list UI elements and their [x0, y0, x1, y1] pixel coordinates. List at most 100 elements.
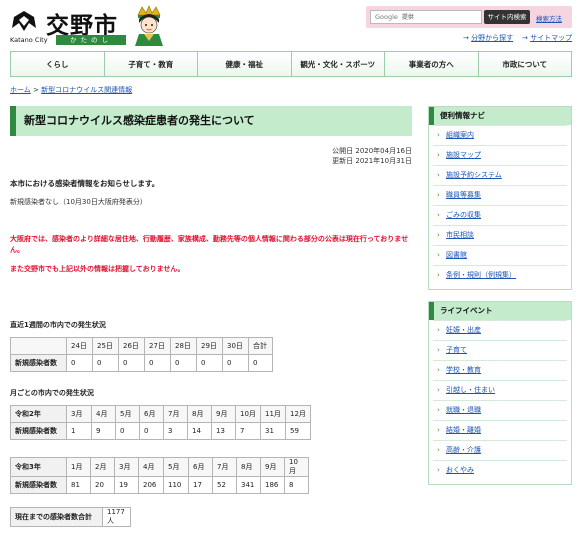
chevron-right-icon: ›	[437, 191, 440, 199]
table-cell: 0	[144, 354, 171, 372]
table-cell: 9	[91, 422, 116, 440]
site-search-button[interactable]: サイト内検索	[484, 10, 530, 24]
table-cell: 0	[139, 422, 164, 440]
latest-status-text: 新規感染者なし（10月30日大阪府発表分）	[10, 198, 147, 206]
table-cell: 31	[260, 422, 286, 440]
site-logo-en: Katano City	[10, 36, 48, 44]
table-cell: 0	[248, 354, 273, 372]
sidebar-item-marriage[interactable]: › 結婚・離婚	[433, 420, 567, 440]
nav-item-city-government[interactable]: 市政について	[477, 52, 571, 76]
row-label: 新規感染者数	[10, 354, 67, 372]
table-header-cell: 5月	[163, 457, 189, 477]
table-header-cell: 7月	[163, 405, 188, 423]
table-header-cell: 10月	[235, 405, 261, 423]
breadcrumb-separator: >	[33, 86, 39, 94]
search-brand: Google	[375, 13, 398, 21]
chevron-right-icon: ›	[437, 426, 440, 434]
table-row: 現在までの感染者数合計 1177人	[10, 507, 131, 527]
sidebar-item-organization[interactable]: › 組織案内	[433, 125, 567, 145]
table-header-cell: 26日	[118, 337, 145, 355]
chevron-right-icon: ›	[437, 211, 440, 219]
arrow-right-icon: →	[522, 34, 528, 42]
table-header-cell: 8月	[236, 457, 261, 477]
published-date: 公開日 2020年04月16日	[332, 147, 412, 155]
table-cell: 81	[66, 476, 91, 494]
table-header-cell: 11月	[260, 405, 286, 423]
nav-item-tourism-culture-sports[interactable]: 観光・文化・スポーツ	[290, 52, 384, 76]
sidebar-item-consultation[interactable]: › 市民相談	[433, 225, 567, 245]
table-cell: 0	[196, 354, 223, 372]
page-title: 新型コロナウイルス感染症患者の発生について	[10, 106, 412, 136]
table-cell: 206	[138, 476, 164, 494]
sidebar-item-facility-booking[interactable]: › 施設予約システム	[433, 165, 567, 185]
table-header-cell: 30日	[222, 337, 249, 355]
site-header: 交野市 Katano City かたのし Google 提供 サイト内検索 検索方…	[0, 0, 580, 50]
table-header-cell: 4月	[91, 405, 116, 423]
table-cell: 0	[115, 422, 140, 440]
table-header-cell: 1月	[66, 457, 91, 477]
sidebar-useful-info: 便利情報ナビ › 組織案内 › 施設マップ › 施設予約システム › 職員等募集 › ごみ…	[428, 106, 572, 290]
sidebar-item-ordinances[interactable]: › 条例・規則（例規集）	[433, 265, 567, 285]
table-cell: 19	[114, 476, 139, 494]
nav-item-living[interactable]: くらし	[11, 52, 104, 76]
breadcrumb-home[interactable]: ホーム	[10, 86, 31, 94]
search-help-link[interactable]: 検索方法	[536, 13, 562, 23]
table-cell: 3	[163, 422, 188, 440]
sidebar-item-moving[interactable]: › 引越し・住まい	[433, 380, 567, 400]
monthly-section-title: 月ごとの市内での発生状況	[10, 389, 94, 397]
chevron-right-icon: ›	[437, 326, 440, 334]
table-header-cell: 24日	[66, 337, 93, 355]
table-header-cell: 5月	[115, 405, 140, 423]
table-cell: 0	[118, 354, 145, 372]
search-placeholder: 提供	[401, 14, 414, 21]
search-input[interactable]: Google 提供	[370, 10, 482, 24]
total-value: 1177人	[102, 507, 131, 527]
chevron-right-icon: ›	[437, 151, 440, 159]
table-header-cell: 28日	[170, 337, 197, 355]
nav-item-health-welfare[interactable]: 健康・福祉	[197, 52, 291, 76]
table-header-cell: 12月	[285, 405, 311, 423]
sidebar-item-garbage[interactable]: › ごみの収集	[433, 205, 567, 225]
table-header-cell: 合計	[248, 337, 273, 355]
chevron-right-icon: ›	[437, 131, 440, 139]
sidebar-item-facility-map[interactable]: › 施設マップ	[433, 145, 567, 165]
table-cell: 186	[260, 476, 285, 494]
sidebar-item-childcare[interactable]: › 子育て	[433, 340, 567, 360]
chevron-right-icon: ›	[437, 231, 440, 239]
table-header-cell: 3月	[114, 457, 139, 477]
row-label: 新規感染者数	[10, 476, 67, 494]
breadcrumb-current[interactable]: 新型コロナウイルス関連情報	[41, 86, 132, 94]
table-row: 新規感染者数 81 20 19 206 110 17 52 341 186 8	[10, 476, 309, 494]
table-header-cell: 6月	[139, 405, 164, 423]
weekly-table: 24日 25日 26日 27日 28日 29日 30日 合計 新規感染者数 0 …	[10, 337, 273, 372]
chevron-right-icon: ›	[437, 446, 440, 454]
sidebar-item-library[interactable]: › 図書館	[433, 245, 567, 265]
city-notice: また交野市でも上記以外の情報は把握しておりません。	[10, 265, 185, 273]
city-crest-icon	[12, 11, 36, 31]
table-header-cell: 8月	[187, 405, 212, 423]
table-cell: 341	[236, 476, 261, 494]
sidebar-item-pregnancy[interactable]: › 妊娠・出産	[433, 320, 567, 340]
chevron-right-icon: ›	[437, 171, 440, 179]
intro-text: 本市における感染者情報をお知らせします。	[10, 179, 160, 188]
table-cell: 0	[222, 354, 249, 372]
table-header-cell: 27日	[144, 337, 171, 355]
sidebar-item-recruitment[interactable]: › 職員等募集	[433, 185, 567, 205]
nav-item-childcare-education[interactable]: 子育て・教育	[103, 52, 197, 76]
mascot-icon	[135, 5, 163, 46]
table-cell: 52	[212, 476, 237, 494]
sitemap-link[interactable]: → サイトマップ	[522, 33, 572, 43]
weekly-section-title: 直近1週間の市内での発生状況	[10, 321, 106, 329]
table-cell: 8	[284, 476, 309, 494]
sidebar-item-condolence[interactable]: › おくやみ	[433, 460, 567, 480]
sidebar-item-employment[interactable]: › 就職・退職	[433, 400, 567, 420]
browse-by-field-link[interactable]: → 分野から探す	[463, 33, 513, 43]
nav-item-business[interactable]: 事業者の方へ	[384, 52, 478, 76]
sidebar-item-school[interactable]: › 学校・教育	[433, 360, 567, 380]
sidebar-item-elderly-care[interactable]: › 高齢・介護	[433, 440, 567, 460]
table-header-cell: 9月	[260, 457, 285, 477]
table-header-cell: 2月	[90, 457, 115, 477]
site-search-box: Google 提供 サイト内検索 検索方法	[366, 6, 572, 28]
chevron-right-icon: ›	[437, 346, 440, 354]
chevron-right-icon: ›	[437, 366, 440, 374]
